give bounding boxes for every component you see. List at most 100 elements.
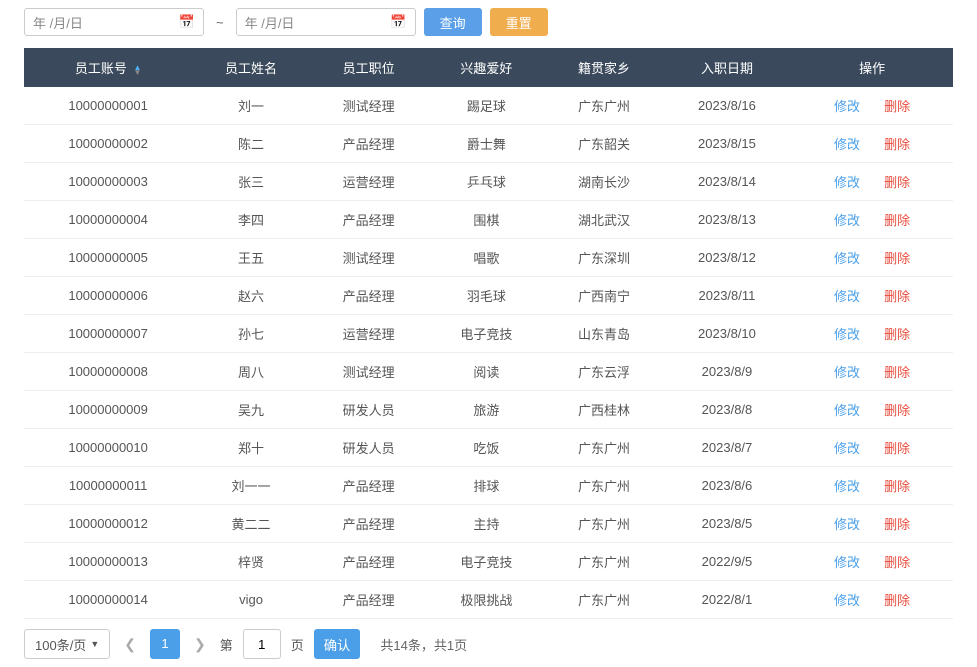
page-jump-input[interactable] (243, 629, 281, 659)
edit-link[interactable]: 修改 (834, 137, 860, 152)
filter-bar: 年 /月/日 📅 ~ 年 /月/日 📅 查询 重置 (24, 8, 953, 36)
table-row: 10000000004李四产品经理围棋湖北武汉2023/8/13修改删除 (24, 201, 953, 239)
edit-link[interactable]: 修改 (834, 403, 860, 418)
table-row: 10000000006赵六产品经理羽毛球广西南宁2023/8/11修改删除 (24, 277, 953, 315)
cell-actions: 修改 删除 (791, 125, 953, 163)
col-position: 员工职位 (310, 48, 428, 87)
delete-link[interactable]: 删除 (884, 593, 910, 608)
page-prev[interactable]: ❮ (120, 636, 140, 653)
jump-suffix: 页 (291, 635, 304, 654)
cell-name: 周八 (192, 353, 310, 391)
cell-actions: 修改 删除 (791, 429, 953, 467)
page-confirm-button[interactable]: 确认 (314, 629, 361, 659)
cell-actions: 修改 删除 (791, 543, 953, 581)
delete-link[interactable]: 删除 (884, 441, 910, 456)
cell-account: 10000000010 (24, 429, 192, 467)
cell-position: 产品经理 (310, 505, 428, 543)
page-current[interactable]: 1 (150, 629, 180, 659)
cell-account: 10000000008 (24, 353, 192, 391)
page-size-select[interactable]: 100条/页 ▼ (24, 629, 110, 659)
cell-position: 测试经理 (310, 239, 428, 277)
date-from-input[interactable]: 年 /月/日 📅 (24, 8, 204, 36)
table-row: 10000000008周八测试经理阅读广东云浮2023/8/9修改删除 (24, 353, 953, 391)
cell-name: 李四 (192, 201, 310, 239)
cell-position: 产品经理 (310, 581, 428, 619)
cell-actions: 修改 删除 (791, 315, 953, 353)
cell-name: 刘一 (192, 87, 310, 125)
cell-hometown: 湖南长沙 (545, 163, 663, 201)
cell-hometown: 山东青岛 (545, 315, 663, 353)
delete-link[interactable]: 删除 (884, 327, 910, 342)
chevron-down-icon: ▼ (90, 639, 99, 649)
cell-hometown: 广东广州 (545, 543, 663, 581)
table-row: 10000000007孙七运营经理电子竞技山东青岛2023/8/10修改删除 (24, 315, 953, 353)
date-to-input[interactable]: 年 /月/日 📅 (236, 8, 416, 36)
delete-link[interactable]: 删除 (884, 289, 910, 304)
cell-actions: 修改 删除 (791, 87, 953, 125)
cell-actions: 修改 删除 (791, 353, 953, 391)
cell-hire_date: 2023/8/15 (663, 125, 791, 163)
delete-link[interactable]: 删除 (884, 365, 910, 380)
cell-position: 测试经理 (310, 353, 428, 391)
cell-account: 10000000014 (24, 581, 192, 619)
cell-hobby: 排球 (428, 467, 546, 505)
table-row: 10000000013梓贤产品经理电子竞技广东广州2022/9/5修改删除 (24, 543, 953, 581)
cell-position: 测试经理 (310, 87, 428, 125)
cell-hobby: 乒乓球 (428, 163, 546, 201)
edit-link[interactable]: 修改 (834, 289, 860, 304)
cell-account: 10000000001 (24, 87, 192, 125)
delete-link[interactable]: 删除 (884, 213, 910, 228)
cell-hire_date: 2023/8/11 (663, 277, 791, 315)
cell-account: 10000000011 (24, 467, 192, 505)
cell-hire_date: 2023/8/14 (663, 163, 791, 201)
cell-hire_date: 2022/8/1 (663, 581, 791, 619)
delete-link[interactable]: 删除 (884, 251, 910, 266)
table-row: 10000000012黄二二产品经理主持广东广州2023/8/5修改删除 (24, 505, 953, 543)
cell-hometown: 广东广州 (545, 87, 663, 125)
cell-account: 10000000007 (24, 315, 192, 353)
edit-link[interactable]: 修改 (834, 327, 860, 342)
cell-hobby: 电子竞技 (428, 315, 546, 353)
cell-position: 运营经理 (310, 315, 428, 353)
cell-account: 10000000005 (24, 239, 192, 277)
cell-hire_date: 2023/8/10 (663, 315, 791, 353)
cell-position: 产品经理 (310, 543, 428, 581)
delete-link[interactable]: 删除 (884, 479, 910, 494)
edit-link[interactable]: 修改 (834, 175, 860, 190)
edit-link[interactable]: 修改 (834, 441, 860, 456)
delete-link[interactable]: 删除 (884, 99, 910, 114)
delete-link[interactable]: 删除 (884, 403, 910, 418)
delete-link[interactable]: 删除 (884, 517, 910, 532)
col-account[interactable]: 员工账号 ▲▼ (24, 48, 192, 87)
delete-link[interactable]: 删除 (884, 137, 910, 152)
delete-link[interactable]: 删除 (884, 175, 910, 190)
cell-position: 产品经理 (310, 201, 428, 239)
cell-hire_date: 2023/8/9 (663, 353, 791, 391)
cell-actions: 修改 删除 (791, 277, 953, 315)
edit-link[interactable]: 修改 (834, 593, 860, 608)
cell-account: 10000000002 (24, 125, 192, 163)
query-button[interactable]: 查询 (424, 8, 482, 36)
cell-account: 10000000004 (24, 201, 192, 239)
cell-actions: 修改 删除 (791, 581, 953, 619)
cell-hire_date: 2022/9/5 (663, 543, 791, 581)
edit-link[interactable]: 修改 (834, 555, 860, 570)
date-to-placeholder: 年 /月/日 (245, 13, 295, 32)
cell-position: 研发人员 (310, 429, 428, 467)
table-row: 10000000003张三运营经理乒乓球湖南长沙2023/8/14修改删除 (24, 163, 953, 201)
date-from-placeholder: 年 /月/日 (33, 13, 83, 32)
page-next[interactable]: ❯ (190, 636, 210, 653)
edit-link[interactable]: 修改 (834, 251, 860, 266)
edit-link[interactable]: 修改 (834, 517, 860, 532)
edit-link[interactable]: 修改 (834, 365, 860, 380)
edit-link[interactable]: 修改 (834, 99, 860, 114)
delete-link[interactable]: 删除 (884, 555, 910, 570)
reset-button[interactable]: 重置 (490, 8, 548, 36)
cell-account: 10000000003 (24, 163, 192, 201)
table-row: 10000000010郑十研发人员吃饭广东广州2023/8/7修改删除 (24, 429, 953, 467)
employee-table: 员工账号 ▲▼ 员工姓名 员工职位 兴趣爱好 籍贯家乡 入职日期 操作 1000… (24, 48, 953, 619)
cell-hire_date: 2023/8/7 (663, 429, 791, 467)
table-row: 10000000001刘一测试经理踢足球广东广州2023/8/16修改删除 (24, 87, 953, 125)
edit-link[interactable]: 修改 (834, 213, 860, 228)
edit-link[interactable]: 修改 (834, 479, 860, 494)
